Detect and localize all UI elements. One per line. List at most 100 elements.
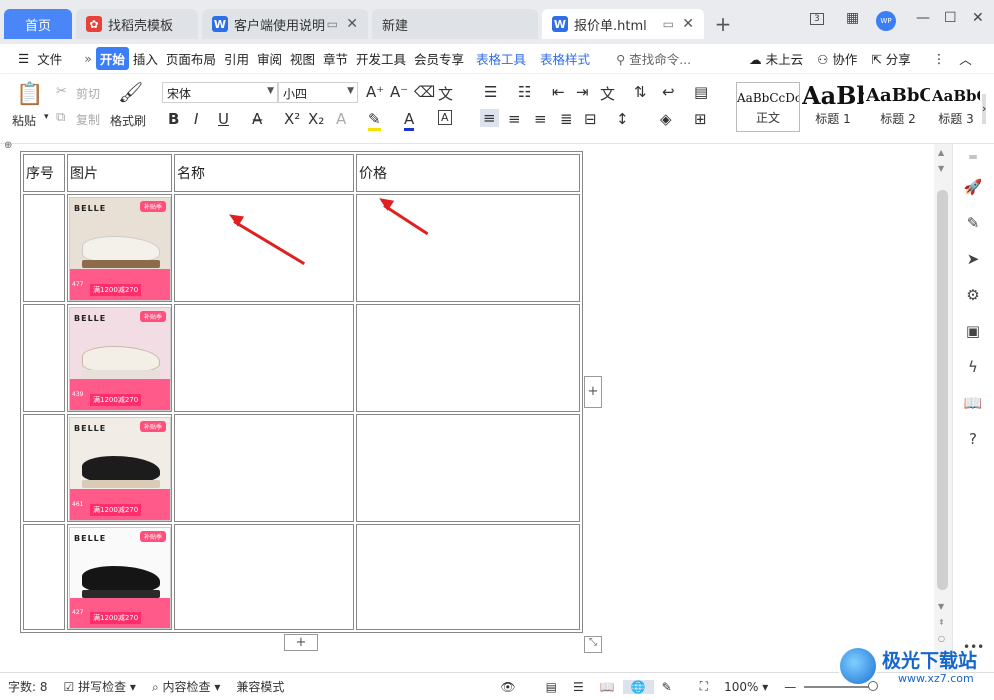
eye-protect-icon[interactable]: 👁 [492, 680, 523, 694]
add-column-button[interactable]: + [584, 376, 602, 408]
table-cell[interactable] [356, 414, 580, 522]
zoom-out-icon[interactable]: — [776, 680, 804, 694]
resize-table-icon[interactable]: ⤡ [584, 636, 602, 653]
new-tab-button[interactable]: + [708, 9, 738, 39]
share-button[interactable]: ⇱ 分享 [867, 49, 914, 68]
styles-scroll-icon[interactable]: › [982, 94, 987, 124]
distributed-icon[interactable]: ⊟ [584, 110, 597, 128]
wrap-icon[interactable]: ↩ [662, 83, 675, 101]
table-cell[interactable]: BELLE 补贴季 477 满1200减270 [67, 194, 172, 302]
compat-mode[interactable]: 兼容模式 [228, 678, 292, 695]
menu-chapter[interactable]: 章节 [319, 49, 352, 68]
reading-icon[interactable]: 📖 [963, 394, 983, 414]
table-cell[interactable] [23, 304, 65, 412]
zoom-select[interactable]: 100% ▾ [716, 680, 776, 694]
tab-quote[interactable]: W 报价单.html ▭ ✕ [542, 9, 704, 39]
close-tab-icon[interactable]: ✕ [682, 16, 694, 32]
maximize-icon[interactable]: ☐ [944, 10, 957, 26]
paste-dropdown-icon[interactable]: ▾ [44, 112, 49, 122]
chinese-layout-icon[interactable]: 文 [600, 83, 615, 104]
subscript-icon[interactable]: X₂ [308, 110, 324, 128]
table-cell[interactable] [174, 194, 354, 302]
panel-handle-icon[interactable]: ═ [963, 150, 983, 170]
scissors-icon[interactable]: ✂ [56, 84, 67, 99]
menu-reference[interactable]: 引用 [220, 49, 253, 68]
text-effect-icon[interactable]: A [336, 110, 346, 128]
web-view-icon[interactable]: 🌐 [622, 679, 654, 694]
char-border-icon[interactable]: A [438, 110, 452, 125]
italic-icon[interactable]: I [194, 110, 198, 128]
style-heading2[interactable]: AaBbC 标题 2 [866, 82, 930, 132]
increase-indent-icon[interactable]: ⇥ [576, 83, 589, 101]
scroll-up-icon[interactable]: ▼ [938, 164, 944, 173]
shrink-font-icon[interactable]: A⁻ [390, 83, 408, 101]
close-window-icon[interactable]: ✕ [972, 10, 984, 26]
more-options-icon[interactable]: ⋮ [929, 51, 950, 66]
justify-icon[interactable]: ≣ [560, 110, 573, 128]
avatar[interactable]: WP [876, 11, 896, 31]
borders-icon[interactable]: ⊞ [694, 110, 707, 128]
menu-member[interactable]: 会员专享 [410, 49, 468, 68]
cloud-status[interactable]: ☁ 未上云 [745, 49, 807, 68]
scroll-thumb[interactable] [937, 190, 948, 590]
strikethrough-icon[interactable]: A̶ [252, 110, 262, 128]
menu-review[interactable]: 审阅 [253, 49, 286, 68]
cut-button[interactable]: 剪切 [76, 85, 100, 102]
superscript-icon[interactable]: X² [284, 110, 300, 128]
scroll-down-icon[interactable]: ▼ [938, 602, 944, 611]
grid-apps-icon[interactable]: ▦ [846, 10, 859, 26]
copy-icon[interactable]: ⧉ [56, 110, 65, 125]
table-move-handle-icon[interactable]: ⊕ [4, 140, 12, 151]
style-normal[interactable]: AaBbCcDc 正文 [736, 82, 800, 132]
table-cell[interactable]: BELLE 补贴季 427 满1200减270 [67, 524, 172, 630]
line-spacing-icon[interactable]: ↕ [616, 110, 629, 128]
font-name-select[interactable]: 宋体 ▼ [162, 82, 278, 103]
menu-page-layout[interactable]: 页面布局 [162, 49, 220, 68]
fit-page-icon[interactable]: ⛶ [692, 679, 716, 694]
menu-view[interactable]: 视图 [286, 49, 319, 68]
read-view-icon[interactable]: 📖 [592, 680, 623, 694]
decrease-indent-icon[interactable]: ⇤ [552, 83, 565, 101]
table-cell[interactable] [356, 304, 580, 412]
table-cell[interactable] [174, 414, 354, 522]
align-right-icon[interactable]: ≡ [534, 110, 547, 128]
paste-button[interactable]: 粘贴 [12, 112, 36, 129]
prev-page-icon[interactable]: ⇞ [938, 618, 945, 627]
hamburger-icon[interactable]: ☰ [14, 51, 33, 66]
rocket-icon[interactable]: 🚀 [963, 178, 983, 198]
menu-file[interactable]: 文件 [33, 49, 66, 68]
align-center-icon[interactable]: ≡ [508, 110, 521, 128]
menu-start[interactable]: 开始 [95, 47, 129, 70]
table-cell[interactable] [174, 304, 354, 412]
annotate-icon[interactable]: ✎ [654, 680, 680, 694]
page-view-icon[interactable]: ▤ [538, 680, 565, 694]
lightning-icon[interactable]: ϟ [963, 358, 983, 378]
select-cursor-icon[interactable]: ➤ [963, 250, 983, 270]
bullet-list-icon[interactable]: ☰ [484, 83, 497, 101]
clear-format-icon[interactable]: ⌫ [414, 83, 435, 101]
tab-template[interactable]: ✿ 找稻壳模板 [76, 9, 198, 39]
tab-new[interactable]: 新建 [372, 9, 538, 39]
search-command[interactable]: ⚲ 查找命令... [612, 49, 695, 68]
header-cell-index[interactable]: 序号 [23, 154, 65, 192]
help-icon[interactable]: ? [963, 430, 983, 450]
table-cell[interactable] [23, 524, 65, 630]
highlight-icon[interactable]: ✎ [368, 110, 381, 131]
ruler-icon[interactable]: ▤ [694, 83, 708, 101]
quote-table[interactable]: 序号 图片 名称 价格 BELLE 补贴季 477 满1200减270 BELL… [20, 151, 583, 633]
close-tab-icon[interactable]: ✕ [346, 16, 358, 32]
style-heading1[interactable]: AaBb 标题 1 [802, 82, 864, 132]
vertical-scrollbar[interactable]: ▲ ▼ ▼ ⇞ ○ ⇟ [934, 144, 952, 672]
copy-button[interactable]: 复制 [76, 111, 100, 128]
header-cell-name[interactable]: 名称 [174, 154, 354, 192]
format-painter-button[interactable]: 格式刷 [110, 112, 146, 129]
pen-icon[interactable]: ✎ [963, 214, 983, 234]
sliders-icon[interactable]: ⚙ [963, 286, 983, 306]
monitor-icon[interactable]: ▭ [663, 17, 674, 31]
monitor-icon[interactable]: ▭ [327, 17, 338, 31]
phonetic-guide-icon[interactable]: 文 [438, 83, 453, 104]
spell-check-button[interactable]: ☑ 拼写检查 ▾ [56, 678, 144, 695]
align-left-icon[interactable]: ≡ [480, 109, 499, 127]
menu-more-icon[interactable]: » [80, 51, 96, 66]
shading-icon[interactable]: ◈ [660, 110, 672, 128]
